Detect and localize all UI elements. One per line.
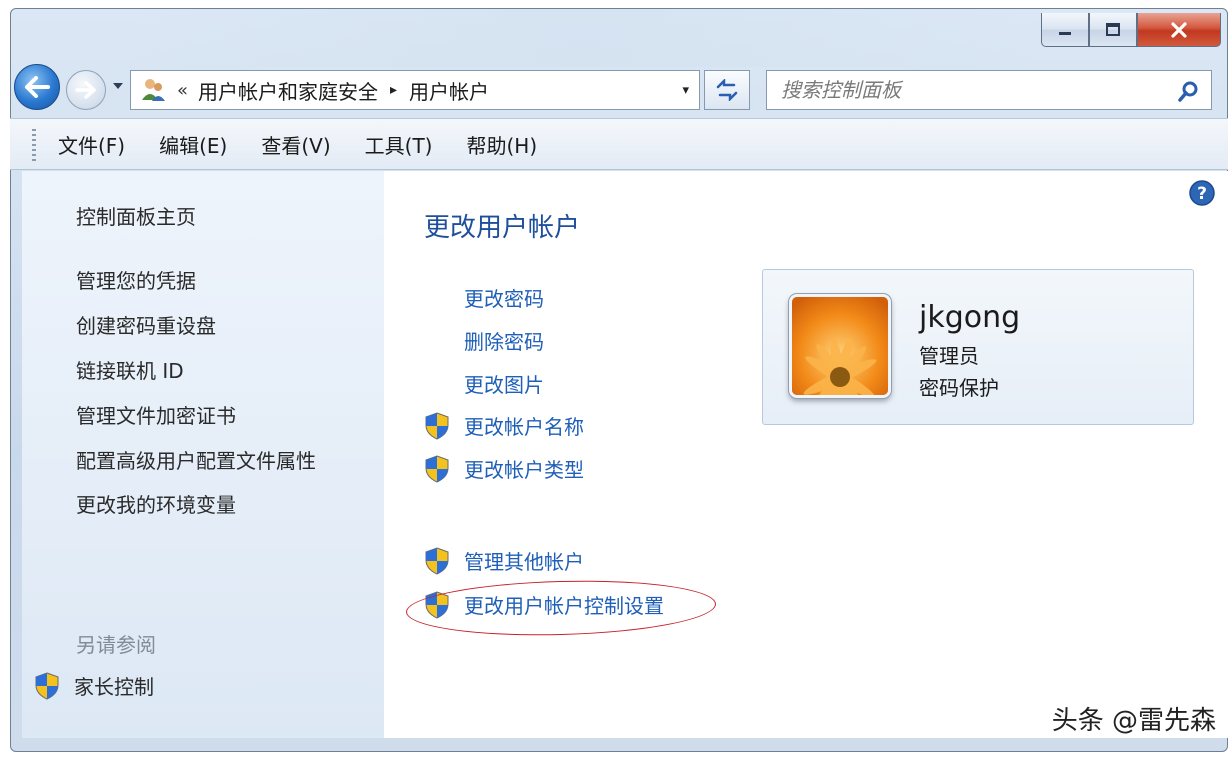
task-label: 更改帐户名称: [464, 415, 584, 439]
task-change-password[interactable]: 更改密码: [424, 283, 544, 312]
back-button[interactable]: [14, 64, 60, 110]
uac-shield-icon: [425, 411, 449, 440]
search-icon[interactable]: [1177, 79, 1201, 103]
navigation-bar: « 用户帐户和家庭安全 ▸ 用户帐户 ▾: [14, 62, 1212, 110]
account-role: 管理员: [919, 344, 979, 368]
menu-view[interactable]: 查看(V): [259, 126, 332, 163]
sidebar-link-create-reset-disk[interactable]: 创建密码重设盘: [76, 310, 216, 339]
parental-controls-label: 家长控制: [74, 675, 154, 699]
menu-tools[interactable]: 工具(T): [363, 126, 435, 163]
refresh-button[interactable]: [704, 70, 750, 110]
sidebar-link-manage-credentials[interactable]: 管理您的凭据: [76, 265, 196, 294]
breadcrumb-separator[interactable]: ▸: [390, 82, 397, 98]
account-password-status: 密码保护: [919, 376, 999, 400]
menu-bar-grip: [32, 129, 36, 161]
sidebar-link-online-id[interactable]: 链接联机 ID: [76, 355, 184, 384]
uac-shield-icon: [425, 546, 449, 575]
account-name: jkgong: [919, 300, 1021, 335]
search-input[interactable]: [781, 72, 1161, 108]
close-icon: [1171, 21, 1187, 38]
maximize-icon: [1106, 22, 1120, 36]
see-also-heading: 另请参阅: [76, 633, 156, 657]
minimize-button[interactable]: [1041, 13, 1089, 47]
task-pane: 控制面板主页 管理您的凭据 创建密码重设盘 链接联机 ID 管理文件加密证书 配…: [22, 171, 384, 738]
uac-shield-icon: [425, 454, 449, 483]
close-button[interactable]: [1137, 13, 1221, 47]
caption-buttons: [1041, 13, 1221, 47]
refresh-icon: [716, 79, 738, 101]
uac-shield-icon: [35, 671, 59, 700]
breadcrumb-family-safety[interactable]: 用户帐户和家庭安全: [198, 76, 378, 105]
title-bar-background: [131, 9, 1031, 67]
task-change-picture[interactable]: 更改图片: [424, 369, 544, 398]
flower-picture: [792, 297, 888, 395]
task-label: 更改密码: [464, 287, 544, 311]
sidebar-link-control-panel-home[interactable]: 控制面板主页: [76, 201, 196, 230]
recent-pages-button[interactable]: [110, 78, 126, 94]
forward-button[interactable]: [66, 70, 106, 110]
address-dropdown-button[interactable]: ▾: [682, 83, 689, 98]
main-content: ? 更改用户帐户 更改密码 删除密码 更改图片 更改帐户名称 更改帐户类型 管理…: [384, 171, 1228, 738]
page-title: 更改用户帐户: [424, 213, 581, 243]
account-card: jkgong 管理员 密码保护: [762, 269, 1194, 425]
forward-arrow-icon: [75, 81, 96, 99]
maximize-button[interactable]: [1089, 13, 1137, 47]
address-overflow-chevron[interactable]: «: [177, 80, 188, 101]
search-box[interactable]: [766, 70, 1212, 110]
minimize-icon: [1059, 31, 1071, 35]
help-icon[interactable]: ?: [1188, 179, 1216, 207]
task-manage-other-accounts[interactable]: 管理其他帐户: [424, 546, 584, 575]
sidebar-link-advanced-profile[interactable]: 配置高级用户配置文件属性: [76, 445, 316, 474]
sidebar-link-parental-controls[interactable]: 家长控制: [34, 671, 154, 700]
highlight-annotation: [405, 576, 717, 640]
sidebar-link-env-variables[interactable]: 更改我的环境变量: [76, 489, 236, 518]
chevron-down-icon: [113, 83, 123, 89]
user-accounts-icon: [142, 79, 165, 101]
task-change-account-type[interactable]: 更改帐户类型: [424, 454, 584, 483]
task-remove-password[interactable]: 删除密码: [424, 326, 544, 355]
task-change-account-name[interactable]: 更改帐户名称: [424, 411, 584, 440]
avatar[interactable]: [789, 294, 891, 398]
menu-file[interactable]: 文件(F): [56, 126, 127, 163]
svg-text:?: ?: [1197, 184, 1207, 204]
task-label: 更改帐户类型: [464, 458, 584, 482]
sidebar-link-encryption-certs[interactable]: 管理文件加密证书: [76, 400, 236, 429]
address-bar[interactable]: « 用户帐户和家庭安全 ▸ 用户帐户 ▾: [130, 70, 700, 110]
watermark: 头条 @雷先森: [1051, 706, 1216, 736]
task-label: 更改图片: [464, 373, 544, 397]
task-label: 删除密码: [464, 330, 544, 354]
menu-bar: 文件(F) 编辑(E) 查看(V) 工具(T) 帮助(H): [10, 118, 1228, 170]
back-arrow-icon: [25, 76, 50, 98]
task-label: 管理其他帐户: [464, 550, 584, 574]
breadcrumb-user-accounts[interactable]: 用户帐户: [409, 76, 489, 105]
menu-help[interactable]: 帮助(H): [464, 126, 539, 163]
menu-edit[interactable]: 编辑(E): [157, 126, 229, 163]
